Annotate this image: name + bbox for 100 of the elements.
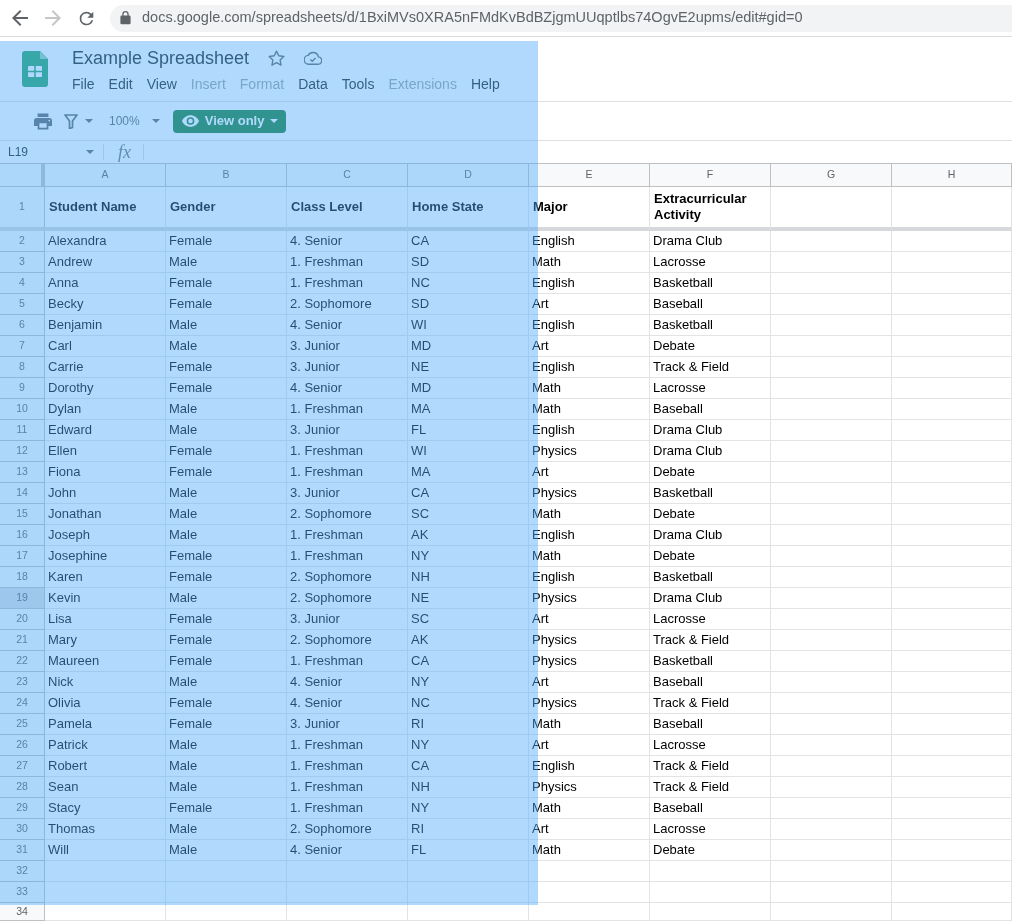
menu-item[interactable]: File [72, 74, 95, 94]
table-cell[interactable]: 3. Junior [287, 483, 408, 504]
table-cell[interactable]: Male [166, 735, 287, 756]
table-cell[interactable]: FL [408, 420, 529, 441]
table-cell[interactable]: Sean [45, 777, 166, 798]
empty-cell[interactable] [892, 252, 1012, 273]
empty-cell[interactable] [892, 882, 1012, 903]
empty-cell[interactable] [771, 903, 892, 921]
table-cell[interactable]: 1. Freshman [287, 441, 408, 462]
table-cell[interactable]: Debate [650, 336, 771, 357]
table-cell[interactable]: Math [529, 378, 650, 399]
empty-cell[interactable] [771, 252, 892, 273]
empty-cell[interactable] [771, 378, 892, 399]
empty-cell[interactable] [771, 882, 892, 903]
empty-cell[interactable] [529, 861, 650, 882]
table-cell[interactable]: English [529, 357, 650, 378]
table-cell[interactable]: Debate [650, 462, 771, 483]
table-cell[interactable]: Male [166, 777, 287, 798]
table-cell[interactable]: Debate [650, 546, 771, 567]
empty-cell[interactable] [892, 714, 1012, 735]
empty-cell[interactable] [771, 714, 892, 735]
empty-cell[interactable] [771, 735, 892, 756]
empty-cell[interactable] [892, 399, 1012, 420]
spreadsheet-logo-icon[interactable] [22, 51, 48, 87]
table-cell[interactable]: Baseball [650, 714, 771, 735]
table-cell[interactable]: Male [166, 672, 287, 693]
table-cell[interactable]: Male [166, 588, 287, 609]
table-cell[interactable]: MD [408, 336, 529, 357]
table-cell[interactable]: Female [166, 357, 287, 378]
table-cell[interactable]: SC [408, 609, 529, 630]
table-cell[interactable]: Josephine [45, 546, 166, 567]
empty-cell[interactable] [892, 777, 1012, 798]
empty-cell[interactable] [892, 420, 1012, 441]
table-cell[interactable]: 1. Freshman [287, 756, 408, 777]
table-cell[interactable]: Nick [45, 672, 166, 693]
table-cell[interactable]: Lacrosse [650, 252, 771, 273]
empty-cell[interactable] [892, 357, 1012, 378]
empty-cell[interactable] [771, 357, 892, 378]
table-cell[interactable]: Female [166, 546, 287, 567]
table-cell[interactable]: Physics [529, 630, 650, 651]
table-cell[interactable]: 3. Junior [287, 609, 408, 630]
empty-cell[interactable] [771, 777, 892, 798]
table-cell[interactable]: Track & Field [650, 777, 771, 798]
table-cell[interactable]: 1. Freshman [287, 735, 408, 756]
table-cell[interactable]: 4. Senior [287, 231, 408, 252]
table-cell[interactable]: Basketball [650, 651, 771, 672]
table-cell[interactable]: 1. Freshman [287, 273, 408, 294]
empty-cell[interactable] [892, 441, 1012, 462]
table-cell[interactable]: RI [408, 819, 529, 840]
table-cell[interactable]: 2. Sophomore [287, 630, 408, 651]
table-cell[interactable]: Male [166, 483, 287, 504]
table-cell[interactable]: 4. Senior [287, 672, 408, 693]
empty-cell[interactable] [771, 756, 892, 777]
column-heading[interactable]: Major [529, 187, 650, 231]
table-cell[interactable]: 3. Junior [287, 714, 408, 735]
table-cell[interactable]: John [45, 483, 166, 504]
empty-cell[interactable] [771, 315, 892, 336]
table-cell[interactable]: Physics [529, 483, 650, 504]
table-cell[interactable]: Math [529, 252, 650, 273]
table-cell[interactable]: SC [408, 504, 529, 525]
table-cell[interactable]: English [529, 567, 650, 588]
empty-cell[interactable] [529, 882, 650, 903]
table-cell[interactable]: Lacrosse [650, 609, 771, 630]
table-cell[interactable]: 1. Freshman [287, 651, 408, 672]
empty-cell[interactable] [892, 588, 1012, 609]
empty-cell[interactable] [892, 798, 1012, 819]
table-cell[interactable]: Drama Club [650, 525, 771, 546]
table-cell[interactable]: Edward [45, 420, 166, 441]
table-cell[interactable]: SD [408, 294, 529, 315]
empty-cell[interactable] [771, 441, 892, 462]
empty-cell[interactable] [892, 231, 1012, 252]
table-cell[interactable]: Drama Club [650, 420, 771, 441]
table-cell[interactable]: FL [408, 840, 529, 861]
table-cell[interactable]: Male [166, 525, 287, 546]
table-cell[interactable]: Female [166, 378, 287, 399]
name-box[interactable]: L19 [0, 141, 103, 163]
table-cell[interactable]: Will [45, 840, 166, 861]
table-cell[interactable]: Debate [650, 504, 771, 525]
table-cell[interactable]: Baseball [650, 672, 771, 693]
table-cell[interactable]: Female [166, 798, 287, 819]
table-cell[interactable]: NY [408, 672, 529, 693]
empty-cell[interactable] [892, 567, 1012, 588]
table-cell[interactable]: Female [166, 630, 287, 651]
table-cell[interactable]: 3. Junior [287, 357, 408, 378]
table-cell[interactable]: Math [529, 840, 650, 861]
table-cell[interactable]: Physics [529, 588, 650, 609]
table-cell[interactable]: Olivia [45, 693, 166, 714]
table-cell[interactable]: Physics [529, 651, 650, 672]
table-cell[interactable]: Becky [45, 294, 166, 315]
table-cell[interactable]: English [529, 420, 650, 441]
table-cell[interactable]: Drama Club [650, 588, 771, 609]
table-cell[interactable]: CA [408, 756, 529, 777]
empty-cell[interactable] [892, 609, 1012, 630]
table-cell[interactable]: Carrie [45, 357, 166, 378]
table-cell[interactable]: Patrick [45, 735, 166, 756]
table-cell[interactable]: Lacrosse [650, 378, 771, 399]
table-cell[interactable]: 2. Sophomore [287, 504, 408, 525]
table-cell[interactable]: Basketball [650, 273, 771, 294]
table-cell[interactable]: CA [408, 483, 529, 504]
address-bar[interactable]: docs.google.com/spreadsheets/d/1BxiMVs0XRA5nFMdKvBdBZjgmUUqptlbs74OgvE2upms/edit#gid=0 [110, 4, 1012, 32]
